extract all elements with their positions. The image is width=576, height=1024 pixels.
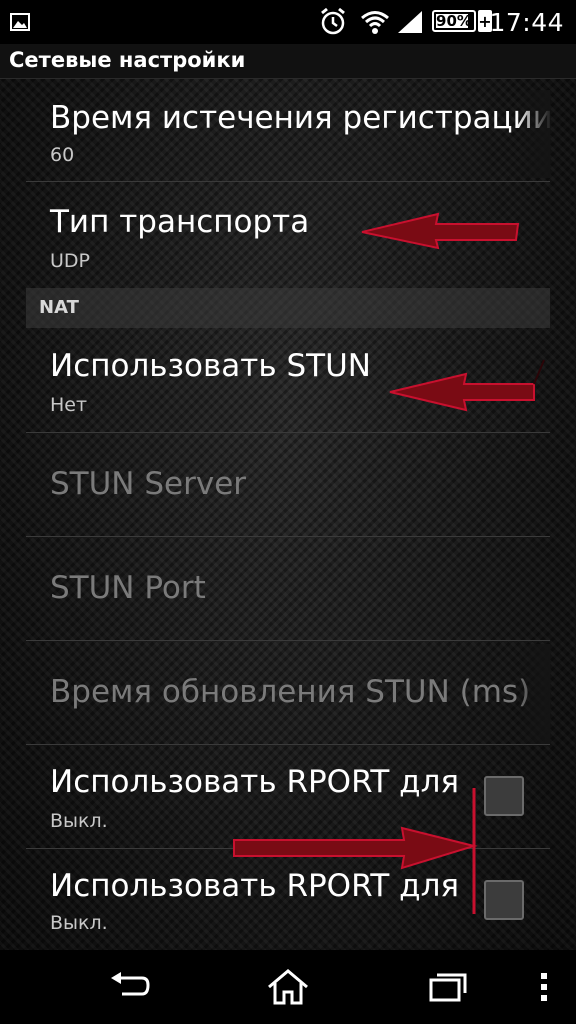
pref-title: STUN Port — [50, 570, 206, 606]
pref-registration-expiry[interactable]: Время истечения регистрации 60 — [26, 90, 550, 178]
settings-screen: 90% + 17:44 Сетевые настройки Время исте… — [0, 0, 576, 1024]
pref-title: STUN Server — [50, 466, 247, 502]
navigation-bar — [0, 950, 576, 1024]
pref-summary: Нет — [50, 394, 88, 416]
pref-title: Использовать RPORT для — [50, 764, 460, 800]
divider — [26, 744, 550, 745]
pref-title: Время обновления STUN (ms) — [50, 674, 531, 710]
divider — [26, 432, 550, 433]
overflow-menu-button[interactable] — [524, 950, 564, 1024]
text-fade — [516, 644, 550, 744]
battery-percent: 90% — [436, 12, 472, 30]
pref-stun-refresh-time[interactable]: Время обновления STUN (ms) — [26, 644, 550, 744]
pref-title: Использовать RPORT для — [50, 868, 460, 904]
pref-title: Тип транспорта — [50, 204, 310, 240]
recent-apps-button[interactable] — [410, 950, 486, 1024]
back-icon — [111, 972, 150, 996]
section-label: NAT — [39, 297, 79, 318]
text-fade — [516, 90, 550, 178]
back-button[interactable] — [92, 950, 168, 1024]
home-icon — [268, 969, 308, 1005]
pref-text-clip: Использовать RPORT для Выкл. — [26, 748, 470, 848]
pref-summary: UDP — [50, 250, 90, 272]
divider — [26, 640, 550, 641]
pref-title: Время истечения регистрации — [50, 100, 550, 136]
battery-icon: 90% — [432, 10, 476, 32]
clock: 17:44 — [489, 7, 564, 37]
section-header-nat: NAT — [26, 288, 550, 328]
pref-stun-server[interactable]: STUN Server — [26, 436, 550, 536]
status-bar: 90% + 17:44 — [0, 0, 576, 44]
pref-use-rport-1[interactable]: Использовать RPORT для Выкл. — [26, 748, 550, 848]
pref-summary: Выкл. — [50, 912, 108, 934]
page-title: Сетевые настройки — [9, 48, 246, 72]
pref-summary: 60 — [50, 144, 75, 166]
divider — [26, 181, 550, 182]
rport-2-checkbox[interactable] — [484, 880, 524, 920]
divider — [26, 536, 550, 537]
pref-use-rport-2[interactable]: Использовать RPORT для Выкл. — [26, 852, 550, 948]
action-bar: Сетевые настройки — [0, 44, 576, 79]
image-icon — [10, 0, 30, 44]
alarm-icon — [318, 0, 348, 44]
home-button[interactable] — [250, 950, 326, 1024]
signal-icon — [396, 0, 424, 44]
pref-stun-port[interactable]: STUN Port — [26, 540, 550, 640]
divider — [26, 848, 550, 849]
overflow-menu-icon — [541, 973, 547, 1001]
pref-use-stun[interactable]: Использовать STUN Нет — [26, 334, 550, 430]
wifi-icon — [360, 0, 390, 44]
recent-apps-icon — [429, 973, 467, 1002]
rport-1-checkbox[interactable] — [484, 776, 524, 816]
pref-title: Использовать STUN — [50, 348, 371, 384]
pref-transport-type[interactable]: Тип транспорта UDP — [26, 192, 550, 284]
pref-summary: Выкл. — [50, 810, 108, 832]
pref-text-clip: Использовать RPORT для Выкл. — [26, 852, 470, 948]
